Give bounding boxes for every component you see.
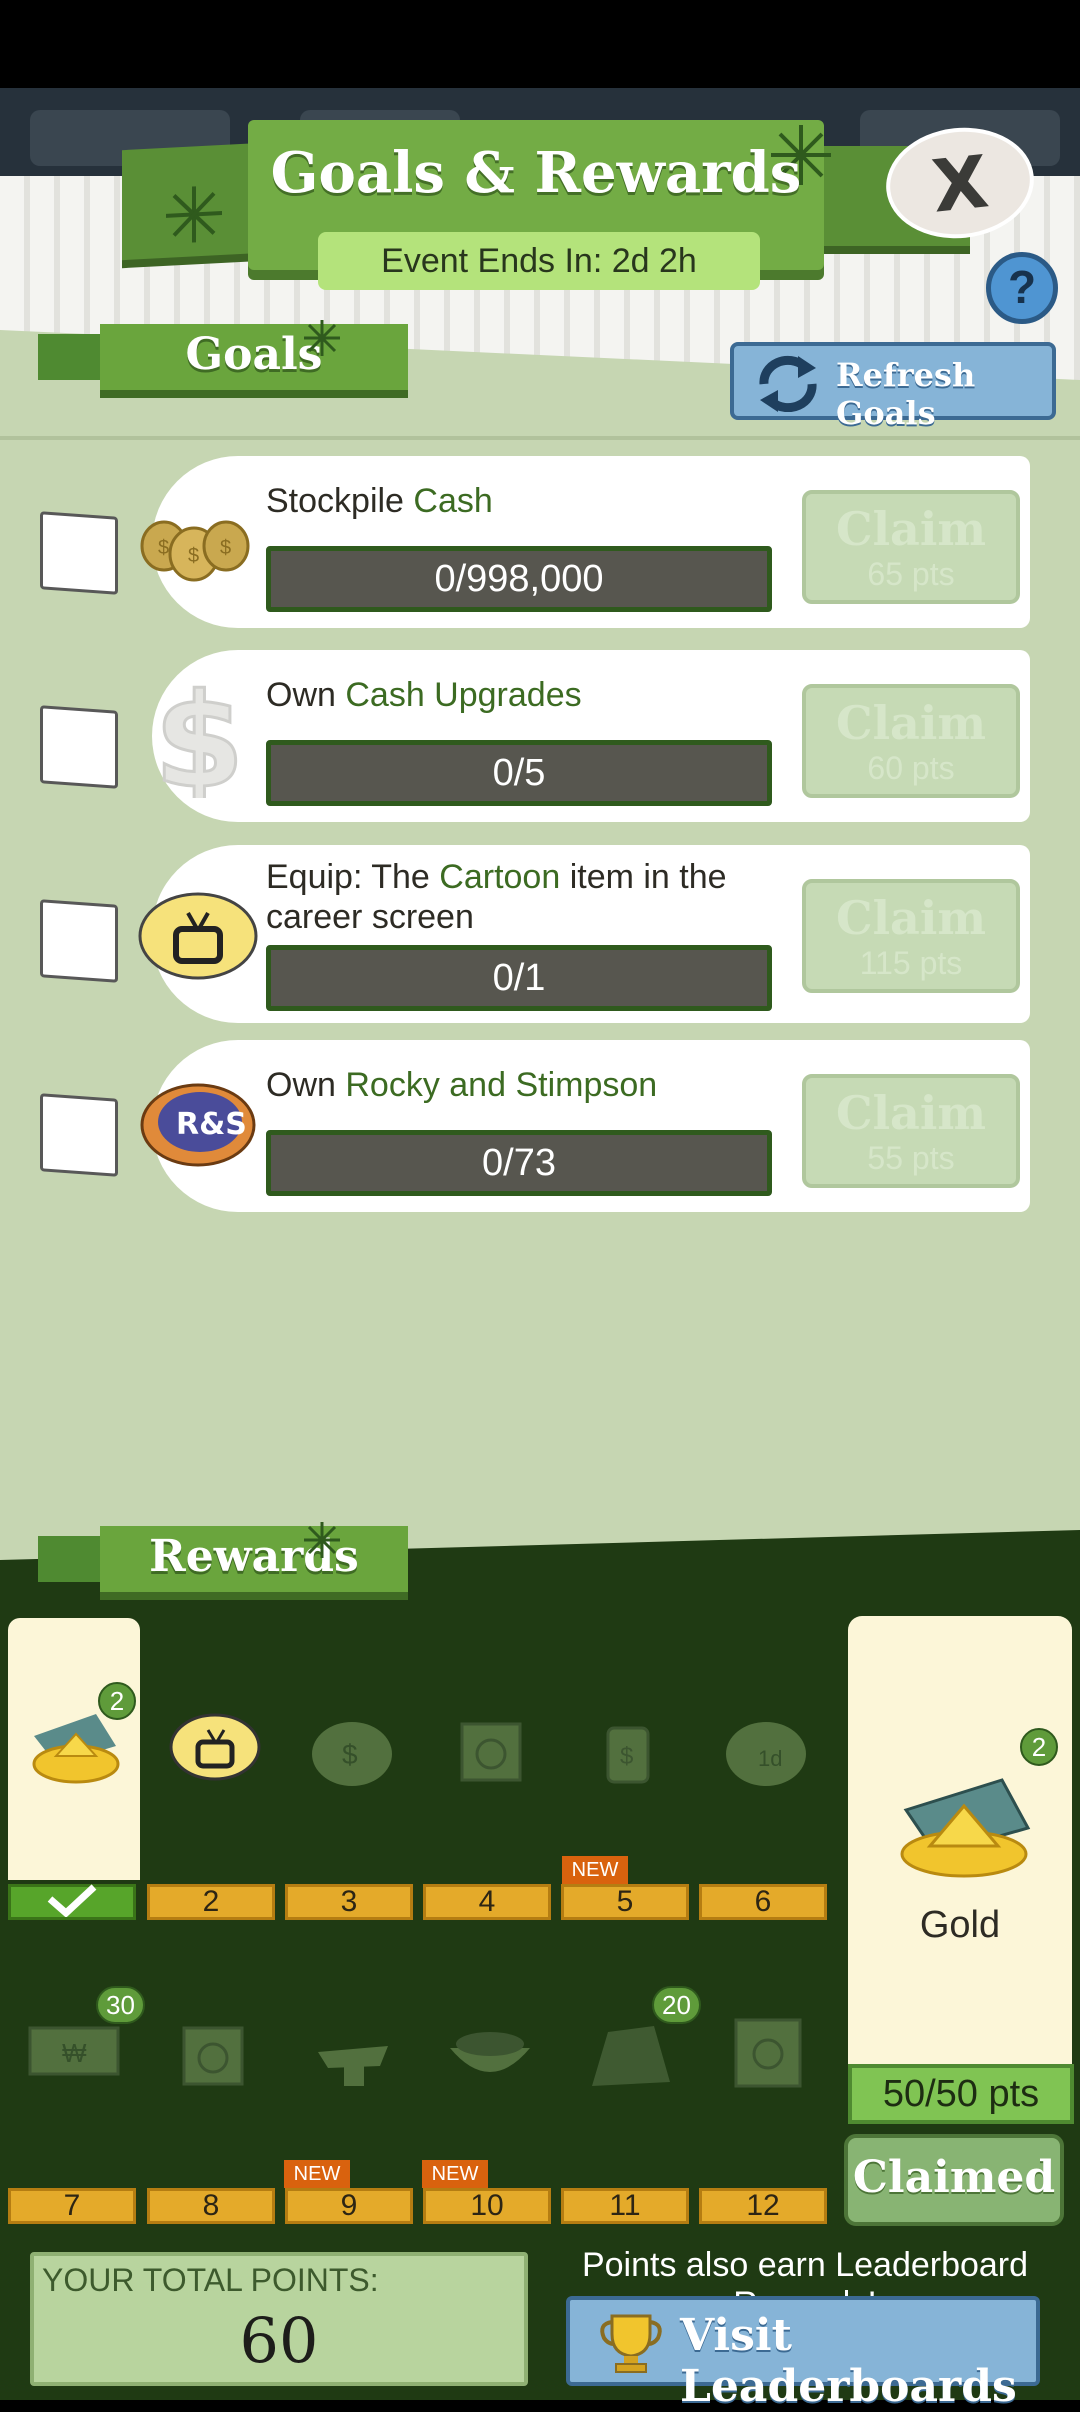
checkmark-icon <box>47 1884 97 1918</box>
new-badge: NEW <box>562 1856 628 1884</box>
goal-checkbox[interactable] <box>40 899 118 983</box>
svg-text:R&S: R&S <box>176 1107 247 1142</box>
svg-text:$: $ <box>342 1739 358 1770</box>
goal-row: Equip: The Cartoon item in the career sc… <box>138 845 1030 1023</box>
reward-tier-cell: 10 <box>423 2188 551 2224</box>
reward-count-badge: 2 <box>1020 1728 1058 1766</box>
reward-tier-cell: 8 <box>147 2188 275 2224</box>
reward-tier-cell: 6 <box>699 1884 827 1920</box>
tv-icon <box>138 892 258 980</box>
tv-icon <box>169 1713 261 1781</box>
crate-icon <box>182 2026 244 2086</box>
reward-tier-cell: 4 <box>423 1884 551 1920</box>
new-badge: NEW <box>284 2160 350 2188</box>
money-bags-icon: $ $ $ <box>140 520 250 582</box>
goal-checkbox[interactable] <box>40 1093 118 1177</box>
cash-bag-icon: $ <box>312 1722 392 1786</box>
sparkle-icon <box>304 1522 340 1558</box>
goal-checkbox[interactable] <box>40 511 118 595</box>
reward-tier-cell: 12 <box>699 2188 827 2224</box>
claim-button[interactable]: Claim 55 pts <box>802 1074 1020 1188</box>
reward-tier-cell: 5 <box>561 1884 689 1920</box>
goals-section-tab: Goals <box>100 324 408 390</box>
rewards-section-tab: Rewards <box>100 1526 408 1592</box>
goal-title: Stockpile Cash <box>266 482 493 520</box>
goals-divider <box>0 436 1080 440</box>
event-timer-badge: Event Ends In: 2d 2h <box>318 232 760 290</box>
goal-title: Own Rocky and Stimpson <box>266 1066 658 1104</box>
cash-bill-icon: ₩ <box>28 2026 120 2076</box>
page-title: Goals & Rewards <box>270 140 802 206</box>
refresh-goals-label: Refresh Goals <box>836 356 976 432</box>
reward-tier-cell: 3 <box>285 1884 413 1920</box>
reward-tier-cell <box>8 1884 136 1920</box>
new-badge: NEW <box>422 2160 488 2188</box>
goal-row: $ $ $ Stockpile Cash 0/998,000 Claim 65 pts <box>140 456 1030 628</box>
status-bar <box>0 0 1080 88</box>
claim-button[interactable]: Claim 115 pts <box>802 879 1020 993</box>
goal-checkbox[interactable] <box>40 705 118 789</box>
visit-leaderboards-label: Visit Leaderboards <box>680 2310 1017 2412</box>
goal-row: R&S Own Rocky and Stimpson 0/73 Claim 55 … <box>140 1040 1030 1212</box>
svg-text:$: $ <box>220 537 231 559</box>
timer-bag-icon: 1d <box>726 1722 806 1786</box>
bowl-icon <box>450 2032 530 2072</box>
safe-icon <box>734 2018 802 2088</box>
reward-tier-cell: 11 <box>561 2188 689 2224</box>
claimed-button[interactable]: Claimed <box>844 2134 1064 2226</box>
anvil-icon <box>318 2046 388 2086</box>
goal-progress-bar: 0/73 <box>266 1130 772 1196</box>
reward-tier-cell: 9 <box>285 2188 413 2224</box>
svg-text:$: $ <box>188 545 199 567</box>
claim-button[interactable]: Claim 65 pts <box>802 490 1020 604</box>
claim-button[interactable]: Claim 60 pts <box>802 684 1020 798</box>
svg-text:$: $ <box>154 678 244 798</box>
svg-text:$: $ <box>158 537 169 559</box>
reward-count-badge: 20 <box>652 1986 701 2024</box>
goal-progress-bar: 0/1 <box>266 945 772 1011</box>
rocky-stimpson-logo-icon: R&S <box>140 1083 256 1167</box>
help-button[interactable]: ? <box>986 252 1058 324</box>
sparkle-icon <box>304 320 340 356</box>
cash-pile-icon <box>592 2026 670 2086</box>
goal-progress-bar: 0/5 <box>266 740 772 806</box>
reward-tier-cell: 2 <box>147 1884 275 1920</box>
svg-text:1d: 1d <box>758 1746 782 1771</box>
total-points-value: 60 <box>239 2304 319 2377</box>
featured-points-bar: 50/50 pts <box>848 2064 1074 2124</box>
gold-pile-icon <box>900 1778 1031 1878</box>
card-icon: $ <box>606 1726 650 1784</box>
featured-reward-name: Gold <box>919 1904 1001 1946</box>
crate-icon <box>460 1722 522 1782</box>
dollar-sign-icon: $ <box>153 678 246 798</box>
goal-progress-bar: 0/998,000 <box>266 546 772 612</box>
total-points-label: YOUR TOTAL POINTS: <box>42 2262 379 2298</box>
reward-tier-cell: 7 <box>8 2188 136 2224</box>
goal-row: $ Own Cash Upgrades 0/5 Claim 60 pts <box>152 650 1030 822</box>
svg-text:₩: ₩ <box>62 2038 87 2068</box>
refresh-icon <box>759 355 817 412</box>
svg-text:$: $ <box>620 1743 633 1770</box>
goal-title: Own Cash Upgrades <box>266 676 582 714</box>
reward-count-badge: 2 <box>98 1682 136 1720</box>
trophy-icon <box>600 2314 662 2373</box>
goal-title: Equip: The Cartoon item in the career sc… <box>266 858 727 936</box>
reward-count-badge: 30 <box>96 1986 145 2024</box>
